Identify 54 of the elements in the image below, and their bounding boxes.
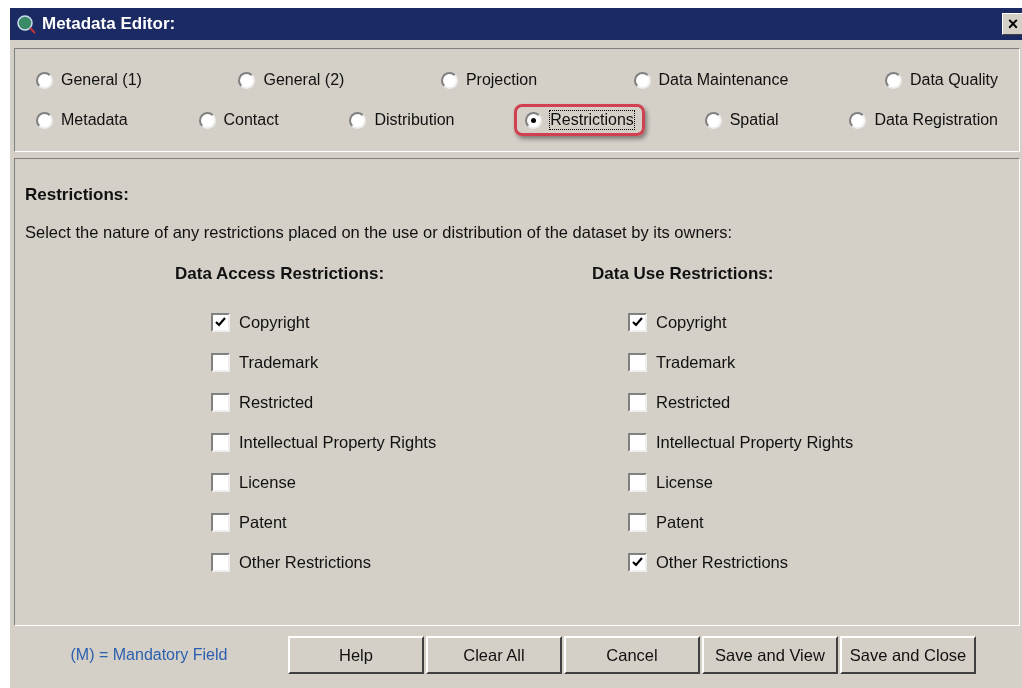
window-title: Metadata Editor:: [42, 14, 177, 34]
tab-radio[interactable]: Spatial: [693, 104, 790, 136]
tab-radio[interactable]: Data Maintenance: [622, 64, 800, 96]
tab-radio[interactable]: General (2): [227, 64, 356, 96]
tab-radio[interactable]: Data Registration: [838, 104, 1009, 136]
checkbox[interactable]: [211, 432, 230, 452]
mandatory-note: (M) = Mandatory Field: [69, 646, 229, 664]
checkbox-option[interactable]: License: [175, 462, 592, 502]
checkbox-option[interactable]: License: [592, 462, 1009, 502]
footer-button[interactable]: Help: [288, 636, 424, 674]
footer-button[interactable]: Cancel: [564, 636, 700, 674]
checkbox-option[interactable]: Restricted: [592, 382, 1009, 422]
checkbox-option[interactable]: Intellectual Property Rights: [592, 422, 1009, 462]
checkbox[interactable]: [628, 392, 647, 412]
checkbox[interactable]: [211, 512, 230, 532]
checkbox[interactable]: [211, 312, 230, 332]
tab-radio[interactable]: Contact: [187, 104, 290, 136]
checkbox[interactable]: [211, 552, 230, 572]
section-title: Restrictions:: [25, 185, 130, 205]
tab-radio[interactable]: Restrictions: [514, 104, 645, 136]
description: Select the nature of any restrictions placed on the use or distribution of the dataset by its owners:: [25, 223, 734, 242]
tab-radio[interactable]: Metadata: [25, 104, 139, 136]
checkbox-option[interactable]: Intellectual Property Rights: [175, 422, 592, 462]
check-icon: [632, 316, 643, 328]
checkbox-option[interactable]: Trademark: [592, 342, 1009, 382]
checkbox[interactable]: [211, 392, 230, 412]
tab-radio[interactable]: General (1): [25, 64, 153, 96]
checkbox[interactable]: [628, 512, 647, 532]
group-title: Data Access Restrictions:: [175, 264, 386, 284]
checkbox[interactable]: [628, 352, 647, 372]
checkbox[interactable]: [628, 312, 647, 332]
checkbox-option[interactable]: Patent: [175, 502, 592, 542]
checkbox[interactable]: [211, 472, 230, 492]
footer-button[interactable]: Save and View: [702, 636, 838, 674]
group-title: Data Use Restrictions:: [592, 264, 775, 284]
tab-radio[interactable]: Projection: [429, 64, 549, 96]
checkbox-option[interactable]: Trademark: [175, 342, 592, 382]
checkbox-option[interactable]: Copyright: [592, 302, 1009, 342]
tab-radio[interactable]: Data Quality: [873, 64, 1009, 96]
footer-button[interactable]: Save and Close: [840, 636, 976, 674]
checkbox-option[interactable]: Other Restrictions: [175, 542, 592, 582]
check-icon: [632, 556, 643, 568]
footer-button[interactable]: Clear All: [426, 636, 562, 674]
checkbox[interactable]: [211, 352, 230, 372]
checkbox-option[interactable]: Patent: [592, 502, 1009, 542]
checkbox-option[interactable]: Restricted: [175, 382, 592, 422]
close-button[interactable]: ×: [1002, 13, 1022, 35]
checkbox[interactable]: [628, 432, 647, 452]
checkbox-option[interactable]: Copyright: [175, 302, 592, 342]
checkbox-option[interactable]: Other Restrictions: [592, 542, 1009, 582]
checkbox[interactable]: [628, 552, 647, 572]
checkbox[interactable]: [628, 472, 647, 492]
check-icon: [215, 316, 226, 328]
tab-radio[interactable]: Distribution: [338, 104, 466, 136]
